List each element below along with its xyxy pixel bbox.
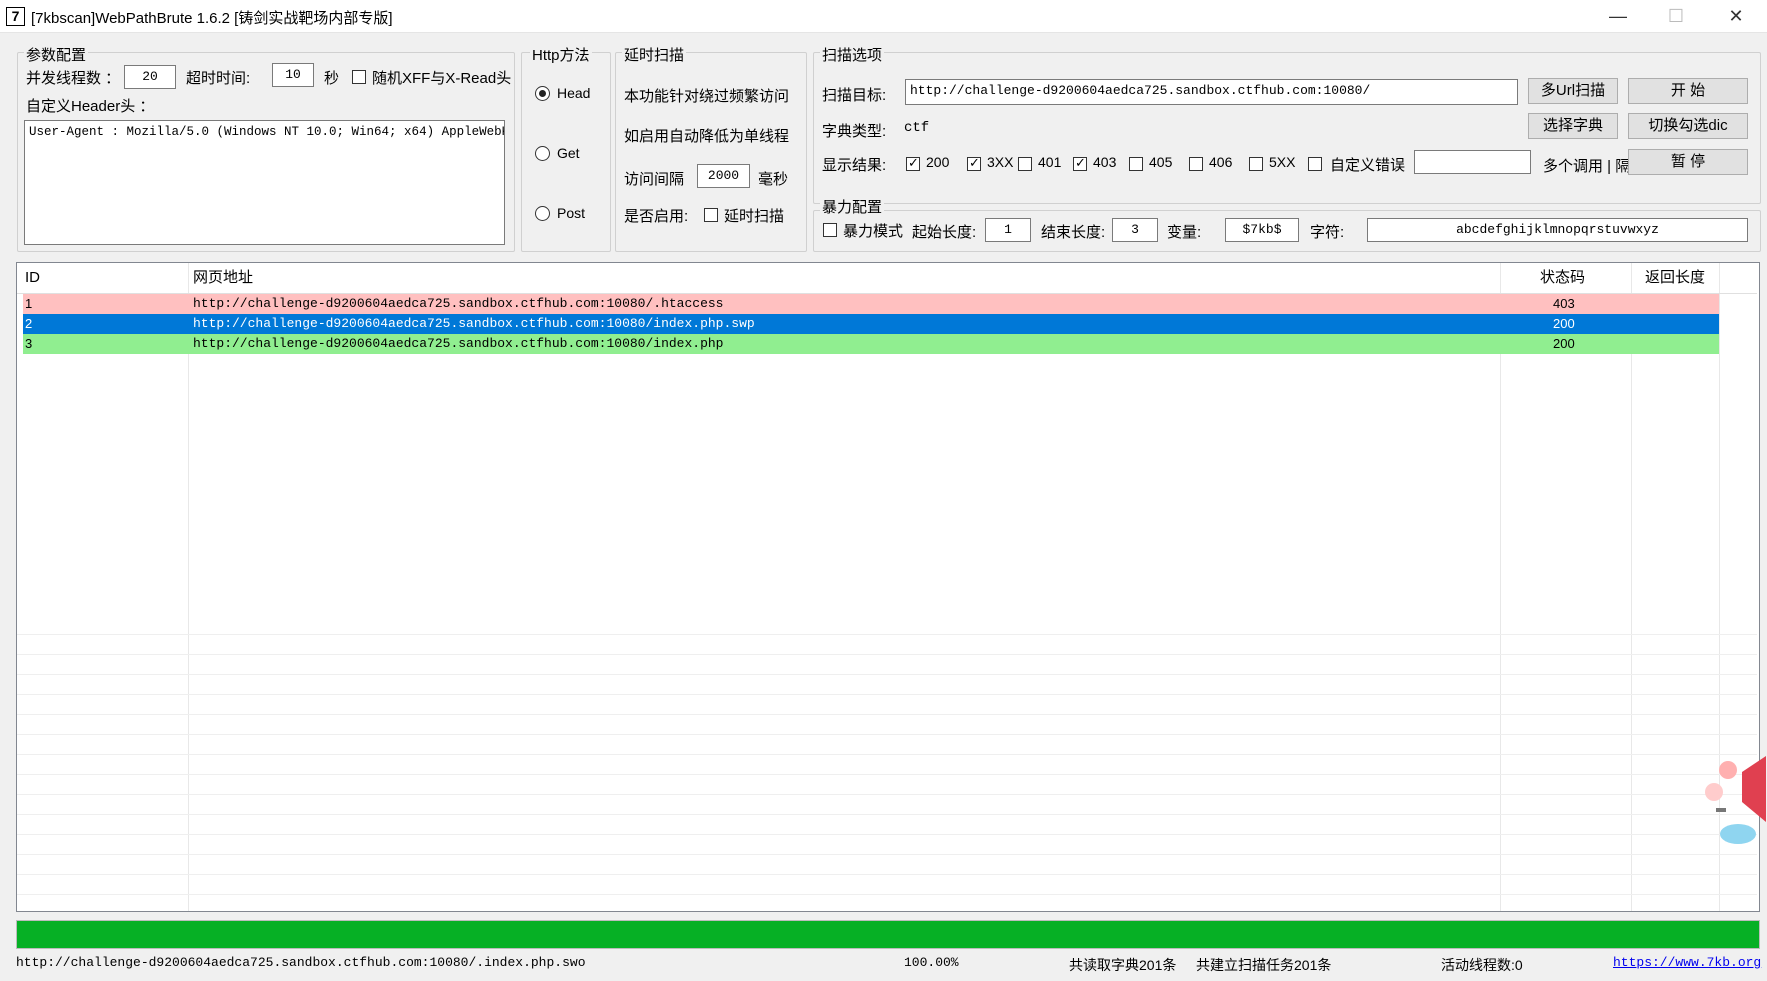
- target-label: 扫描目标:: [822, 87, 887, 104]
- radio-head-label: Head: [557, 85, 591, 101]
- http-method-group-label: Http方法: [530, 44, 592, 65]
- custom-error-label: 自定义错误: [1330, 157, 1406, 174]
- filter-5xx-label: 5XX: [1269, 154, 1296, 170]
- select-dict-button[interactable]: 选择字典: [1528, 113, 1618, 139]
- interval-input[interactable]: 2000: [697, 164, 750, 188]
- filter-403-label: 403: [1093, 154, 1117, 170]
- row-id: 1: [25, 296, 33, 311]
- custom-error-checkbox[interactable]: [1308, 157, 1322, 171]
- end-length-input[interactable]: 3: [1112, 218, 1158, 242]
- enable-label: 是否启用:: [624, 208, 689, 225]
- radio-get-label: Get: [557, 145, 580, 161]
- row-url: http://challenge-d9200604aedca725.sandbo…: [193, 316, 755, 331]
- row-id: 2: [25, 316, 33, 331]
- custom-header-textarea[interactable]: User-Agent : Mozilla/5.0 (Windows NT 10.…: [24, 120, 505, 245]
- threads-input[interactable]: 20: [124, 65, 176, 89]
- filter-3xx-label: 3XX: [987, 154, 1014, 170]
- timeout-label: 超时时间:: [186, 70, 251, 87]
- filter-3xx-checkbox[interactable]: [967, 155, 981, 171]
- filter-405-label: 405: [1149, 154, 1173, 170]
- column-header-status[interactable]: 状态码: [1540, 263, 1585, 293]
- params-group-label: 参数配置: [24, 44, 89, 65]
- scan-options-group: [813, 52, 1761, 204]
- mascot-icon: [1705, 756, 1766, 844]
- end-length-label: 结束长度:: [1041, 224, 1106, 241]
- interval-unit: 毫秒: [758, 171, 789, 188]
- variable-input[interactable]: $7kb$: [1225, 218, 1299, 242]
- progress-bar: [16, 920, 1760, 949]
- seconds-label: 秒: [324, 70, 340, 87]
- active-threads: 活动线程数:0: [1441, 957, 1523, 973]
- radio-get[interactable]: [535, 146, 550, 161]
- filter-403-checkbox[interactable]: [1073, 155, 1087, 171]
- radio-head[interactable]: [535, 86, 550, 101]
- row-status: 403: [1553, 296, 1575, 311]
- window-title: [7kbscan]WebPathBrute 1.6.2 [铸剑实战靶场内部专版]: [31, 10, 393, 27]
- brute-mode-checkbox[interactable]: [823, 223, 837, 237]
- delay-desc-2: 如启用自动降低为单线程: [624, 128, 790, 145]
- row-status: 200: [1553, 316, 1575, 331]
- random-xff-checkbox[interactable]: [352, 70, 366, 84]
- row-url: http://challenge-d9200604aedca725.sandbo…: [193, 296, 724, 311]
- radio-post-label: Post: [557, 205, 586, 221]
- filter-200-label: 200: [926, 154, 950, 170]
- start-button[interactable]: 开 始: [1628, 78, 1748, 104]
- dict-read-count: 共读取字典201条: [1069, 957, 1177, 973]
- row-status: 200: [1553, 336, 1575, 351]
- close-button[interactable]: ✕: [1708, 0, 1764, 32]
- dict-type-value: ctf: [904, 120, 930, 136]
- filter-401-label: 401: [1038, 154, 1062, 170]
- pause-button[interactable]: 暂 停: [1628, 149, 1748, 175]
- table-row[interactable]: 2 http://challenge-d9200604aedca725.sand…: [23, 314, 1719, 334]
- filter-405-checkbox[interactable]: [1129, 157, 1143, 171]
- progress-fill: [17, 921, 1759, 948]
- scan-options-group-label: 扫描选项: [820, 44, 885, 65]
- chars-input[interactable]: abcdefghijklmnopqrstuvwxyz: [1367, 218, 1748, 242]
- column-header-id[interactable]: ID: [25, 263, 40, 293]
- interval-label: 访问间隔: [624, 171, 685, 188]
- threads-label: 并发线程数 ：: [26, 70, 121, 87]
- filter-200-checkbox[interactable]: [906, 155, 920, 171]
- custom-error-input[interactable]: [1414, 150, 1531, 174]
- timeout-input[interactable]: 10: [272, 63, 314, 87]
- filter-401-checkbox[interactable]: [1018, 157, 1032, 171]
- chars-label: 字符:: [1310, 224, 1345, 241]
- row-id: 3: [25, 336, 33, 351]
- delay-scan-group-label: 延时扫描: [622, 44, 687, 65]
- filter-5xx-checkbox[interactable]: [1249, 157, 1263, 171]
- site-link[interactable]: https://www.7kb.org: [1613, 955, 1761, 970]
- radio-post[interactable]: [535, 206, 550, 221]
- maximize-button[interactable]: ☐: [1648, 0, 1704, 32]
- dict-type-label: 字典类型:: [822, 123, 887, 140]
- tasks-created-count: 共建立扫描任务201条: [1196, 957, 1332, 973]
- delay-desc-1: 本功能针对绕过频繁访问: [624, 88, 790, 105]
- table-row[interactable]: 1 http://challenge-d9200604aedca725.sand…: [23, 294, 1719, 314]
- target-input[interactable]: http://challenge-d9200604aedca725.sandbo…: [905, 79, 1518, 105]
- custom-header-label: 自定义Header头 ：: [26, 98, 155, 115]
- filter-406-checkbox[interactable]: [1189, 157, 1203, 171]
- column-header-length[interactable]: 返回长度: [1645, 263, 1705, 293]
- toggle-dic-button[interactable]: 切换勾选dic: [1628, 113, 1748, 139]
- current-url-status: http://challenge-d9200604aedca725.sandbo…: [16, 955, 586, 970]
- brute-group-label: 暴力配置: [820, 196, 885, 217]
- brute-mode-label: 暴力模式: [843, 223, 904, 240]
- random-xff-label: 随机XFF与X-Read头: [372, 70, 512, 87]
- progress-percent: 100.00%: [904, 955, 959, 970]
- table-row[interactable]: 3 http://challenge-d9200604aedca725.sand…: [23, 334, 1719, 354]
- app-icon: 7: [6, 7, 25, 26]
- start-length-label: 起始长度:: [912, 224, 977, 241]
- start-length-input[interactable]: 1: [985, 218, 1031, 242]
- filter-406-label: 406: [1209, 154, 1233, 170]
- delay-scan-checkbox[interactable]: [704, 208, 718, 222]
- title-bar: 7 [7kbscan]WebPathBrute 1.6.2 [铸剑实战靶场内部专…: [0, 0, 1767, 33]
- row-url: http://challenge-d9200604aedca725.sandbo…: [193, 336, 724, 351]
- show-results-label: 显示结果:: [822, 157, 887, 174]
- minimize-button[interactable]: —: [1590, 0, 1646, 32]
- delay-scan-checkbox-label: 延时扫描: [724, 208, 785, 225]
- column-header-url[interactable]: 网页地址: [193, 263, 253, 293]
- results-table[interactable]: ID 网页地址 状态码 返回长度 1 http://challenge-d920…: [16, 262, 1760, 912]
- variable-label: 变量:: [1167, 224, 1202, 241]
- multi-url-scan-button[interactable]: 多Url扫描: [1528, 78, 1618, 104]
